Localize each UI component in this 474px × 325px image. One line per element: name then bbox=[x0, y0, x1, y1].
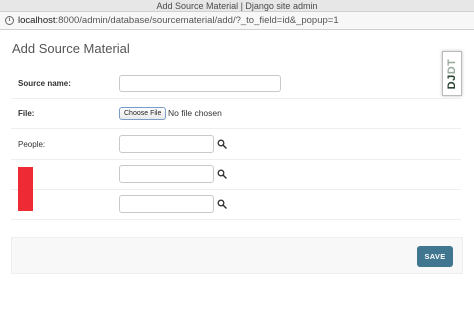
url-host: localhost bbox=[18, 15, 56, 26]
url-path: :8000/admin/database/sourcematerial/add/… bbox=[55, 15, 339, 26]
choose-file-button[interactable]: Choose File bbox=[119, 107, 167, 120]
window-title: Add Source Material | Django site admin bbox=[156, 1, 318, 11]
submit-row: SAVE bbox=[11, 237, 463, 274]
file-label: File: bbox=[18, 109, 35, 118]
form-row-file: File: Choose File No file chosen bbox=[11, 99, 461, 129]
save-button[interactable]: SAVE bbox=[417, 246, 453, 267]
search-icon[interactable] bbox=[217, 139, 227, 149]
form-row-people bbox=[11, 190, 461, 220]
address-bar[interactable]: i localhost:8000/admin/database/sourcema… bbox=[0, 12, 474, 30]
page-title: Add Source Material bbox=[12, 41, 130, 56]
people-input[interactable] bbox=[119, 165, 214, 183]
redaction-block bbox=[18, 167, 33, 211]
file-status-text: No file chosen bbox=[168, 108, 222, 118]
people-input[interactable] bbox=[119, 135, 214, 153]
form-row-people bbox=[11, 160, 461, 190]
search-icon[interactable] bbox=[217, 199, 227, 209]
window-titlebar: Add Source Material | Django site admin bbox=[0, 0, 474, 12]
people-label: People: bbox=[18, 140, 46, 149]
search-icon[interactable] bbox=[217, 169, 227, 179]
form-row-source-name: Source name: bbox=[11, 69, 461, 99]
source-name-input[interactable] bbox=[119, 75, 281, 92]
source-name-label: Source name: bbox=[18, 79, 71, 88]
url-text[interactable]: localhost:8000/admin/database/sourcemate… bbox=[18, 12, 339, 30]
people-input[interactable] bbox=[119, 195, 214, 213]
info-icon[interactable]: i bbox=[5, 16, 14, 25]
form-row-people: People: bbox=[11, 130, 461, 160]
